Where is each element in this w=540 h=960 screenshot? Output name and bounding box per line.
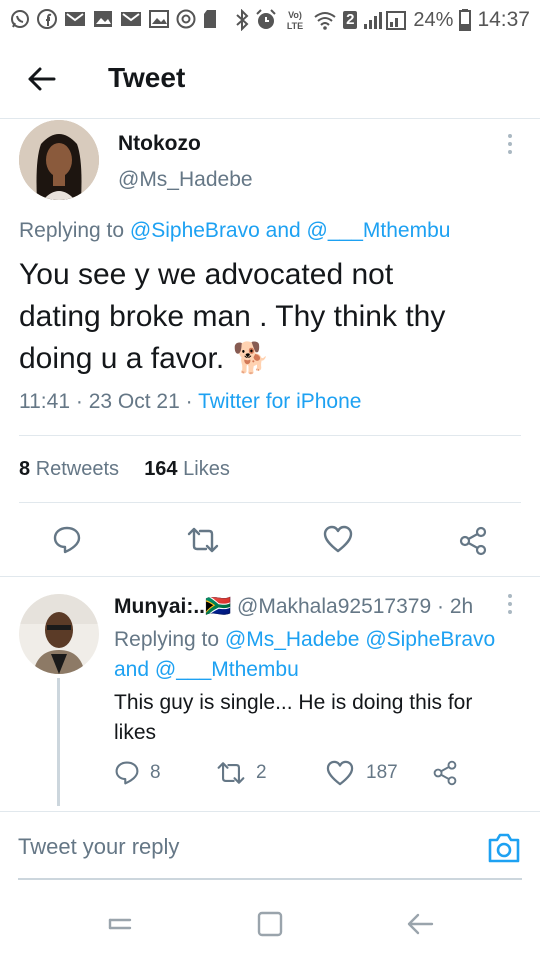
dog-emoji: 🐕 [232,342,270,375]
status-bar: Vo) LTE 2 24% 14:37 [0,0,540,40]
reply-composer [0,811,540,882]
signal-icon [364,11,407,30]
reply-like-action[interactable]: 187 [326,760,398,786]
svg-text:LTE: LTE [287,21,303,31]
mention-siphebravo[interactable]: @SipheBravo [365,628,495,651]
replying-to: Replying to @SipheBravo and @___Mthembu [19,219,451,242]
mention-mthembu[interactable]: @___Mthembu [307,219,451,242]
like-count: 187 [366,762,398,783]
reply-input[interactable] [18,834,458,860]
svg-text:Vo): Vo) [288,10,302,20]
retweet-icon[interactable] [186,526,220,554]
bluetooth-icon [236,9,249,31]
camera-icon[interactable] [487,832,521,864]
home-icon[interactable] [256,910,284,938]
clock: 14:37 [477,8,530,31]
reply-icon[interactable] [114,760,140,786]
author-avatar[interactable] [19,120,99,200]
thread-line [57,678,60,806]
tweet-text: You see y we advocated not dating broke … [19,258,446,375]
reply-author-name[interactable]: Munyai:.. [114,595,205,618]
gallery-icon [149,10,169,28]
reply-author-avatar[interactable] [19,594,99,674]
alarm-icon [256,9,276,29]
reply-reply-action[interactable]: 8 [114,760,161,786]
back-arrow-icon[interactable] [26,64,56,94]
tweet-source[interactable]: Twitter for iPhone [198,390,361,413]
gmail-icon [65,12,85,26]
share-icon[interactable] [432,760,458,786]
reply-menu-icon[interactable] [506,594,514,618]
like-heart-icon[interactable] [323,525,353,553]
wifi-icon [314,12,336,30]
reply-share-action[interactable] [432,760,458,791]
reply-author-handle[interactable]: @Makhala92517379 [237,595,431,618]
retweets-stat[interactable]: 8 Retweets [19,458,125,480]
reply-text: This guy is single... He is doing this f… [114,691,473,744]
retweet-icon[interactable] [216,760,246,786]
reply-replying-to: Replying to @Ms_Hadebe @SipheBravo and @… [114,628,496,681]
chrome-icon [176,9,196,29]
mention-mthembu[interactable]: @___Mthembu [155,658,299,681]
battery-percent: 24% [413,8,454,31]
tweet-stats: 8 Retweets 164 Likes [19,458,230,481]
reply-header: Munyai:..🇿🇦 @Makhala92517379 · 2h [114,595,473,619]
mention-siphebravo[interactable]: @SipheBravo [130,219,260,242]
reply-icon[interactable] [52,525,82,555]
whatsapp-icon [11,10,29,28]
gallery-icon [94,11,112,27]
tweet-time: 11:41 [19,390,70,413]
recents-icon[interactable] [106,910,134,938]
notification-icons [10,8,217,30]
tweet-meta: 11:41 · 23 Oct 21 · Twitter for iPhone [19,390,362,413]
page-title: Tweet [108,62,186,93]
divider [0,576,540,577]
system-nav-bar [0,890,540,960]
likes-stat[interactable]: 164 Likes [144,458,230,480]
divider [19,502,521,503]
author-name[interactable]: Ntokozo [118,132,201,156]
reply-actions: 8 2 187 [114,760,534,790]
back-nav-icon[interactable] [406,910,434,938]
reply-retweet-action[interactable]: 2 [216,760,267,786]
author-handle[interactable]: @Ms_Hadebe [118,168,253,192]
mention-ms-hadebe[interactable]: @Ms_Hadebe [225,628,360,651]
battery-icon [459,9,472,31]
like-heart-icon[interactable] [326,760,354,786]
flag-emoji: 🇿🇦 [205,595,232,618]
divider [19,435,521,436]
volte-icon: Vo)LTE [287,10,303,31]
retweet-count: 2 [256,762,267,783]
system-icons: Vo) LTE 2 24% 14:37 [235,6,530,34]
app-header: Tweet [0,40,540,119]
gmail-icon [121,12,141,26]
tweet-menu-icon[interactable] [506,134,514,158]
tweet-date: 23 Oct 21 [88,390,180,413]
facebook-icon [37,9,57,29]
composer-underline [18,878,522,880]
share-icon[interactable] [458,526,488,556]
sim-badge: 2 [343,11,358,29]
reply-age: · 2h [437,595,474,618]
sd-card-icon [204,10,216,28]
reply-count: 8 [150,762,161,783]
